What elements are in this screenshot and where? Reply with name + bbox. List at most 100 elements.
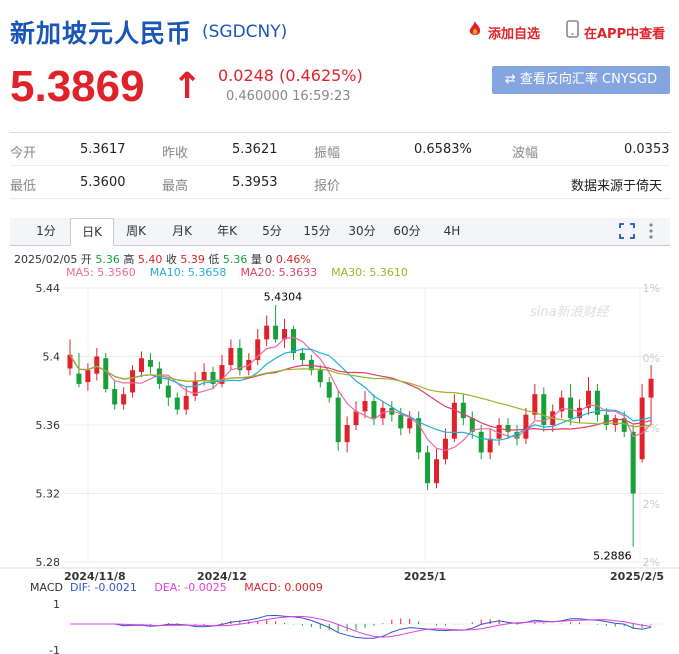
add-favorite-label: 添加自选 bbox=[488, 27, 541, 42]
candle-body bbox=[174, 397, 180, 410]
y-tick-label: 5.44 bbox=[36, 282, 61, 295]
fullscreen-icon[interactable] bbox=[618, 222, 636, 244]
x-tick-label: 2025/2/5 bbox=[610, 570, 664, 583]
pct-tick-label: 2% bbox=[643, 556, 660, 569]
candle-body bbox=[425, 452, 431, 484]
candle-body bbox=[147, 359, 153, 367]
ma30-line bbox=[69, 354, 652, 428]
max-price-label: 5.4304 bbox=[264, 290, 303, 303]
y-tick-label: 5.28 bbox=[36, 556, 61, 569]
info-volume-value: 0 bbox=[265, 253, 273, 266]
view-in-app-button[interactable]: 在APP中查看 bbox=[566, 20, 665, 42]
candle-body bbox=[112, 389, 118, 405]
tab-daily[interactable]: 日K bbox=[70, 218, 114, 246]
info-pct: 0.46% bbox=[275, 253, 311, 266]
candle-body bbox=[121, 394, 127, 405]
min-price-label: 5.2886 bbox=[593, 549, 632, 562]
candle-body bbox=[568, 397, 574, 419]
candle-body bbox=[523, 414, 529, 439]
stats-table: 今开 5.3617 昨收 5.3621 振幅 0.6583% 波幅 0.0353… bbox=[10, 132, 670, 199]
tab-30min[interactable]: 30分 bbox=[340, 218, 384, 245]
pct-tick-label: 1% bbox=[643, 282, 660, 295]
y-tick-label: 5.4 bbox=[43, 351, 61, 364]
tab-1min[interactable]: 1分 bbox=[24, 218, 68, 245]
candle-body bbox=[335, 397, 341, 443]
more-icon[interactable] bbox=[648, 222, 654, 244]
candle-body bbox=[371, 401, 377, 419]
candle-body bbox=[487, 438, 493, 453]
tab-4h[interactable]: 4H bbox=[430, 218, 474, 245]
amplitude-value: 0.6583% bbox=[414, 142, 472, 157]
quote-row: 5.3869 ↑ 0.0248 (0.4625%) 0.460000 16:59… bbox=[10, 62, 670, 112]
tab-weekly[interactable]: 周K bbox=[114, 218, 158, 245]
price-change: 0.0248 (0.4625%) bbox=[218, 66, 363, 85]
tab-yearly[interactable]: 年K bbox=[205, 218, 249, 245]
candle-body bbox=[442, 438, 448, 460]
info-open-label: 开 bbox=[80, 253, 92, 266]
candle-body bbox=[76, 373, 82, 384]
watermark: sina新浪财经 bbox=[530, 304, 611, 320]
candle-body bbox=[648, 378, 654, 398]
wave-label: 波幅 bbox=[512, 146, 539, 161]
candle-body bbox=[434, 459, 440, 484]
candle-body bbox=[362, 401, 368, 412]
header: 新加坡元人民币 (SGDCNY) 添加自选 在APP中查看 bbox=[10, 14, 670, 50]
macd-legend: MACD DIF: -0.0021 DEA: -0.0025 MACD: 0.0… bbox=[30, 581, 323, 594]
ma20-line bbox=[69, 354, 652, 431]
info-high-value: 5.40 bbox=[137, 253, 163, 266]
macd-value-label: MACD: 0.0009 bbox=[244, 581, 323, 594]
candle-body bbox=[85, 370, 91, 383]
low-value: 5.3600 bbox=[80, 175, 126, 190]
tab-monthly[interactable]: 月K bbox=[160, 218, 204, 245]
candle-body bbox=[398, 414, 404, 429]
page-title: 新加坡元人民币 bbox=[10, 19, 193, 48]
candle-body bbox=[273, 325, 279, 340]
tab-5min[interactable]: 5分 bbox=[250, 218, 294, 245]
pct-tick-label: 0% bbox=[643, 352, 660, 365]
quote-source-label: 报价 bbox=[314, 179, 341, 194]
candle-body bbox=[183, 395, 189, 410]
info-low-label: 低 bbox=[208, 253, 220, 266]
candle-body bbox=[264, 325, 270, 340]
candle-body bbox=[299, 353, 305, 360]
open-label: 今开 bbox=[10, 146, 37, 161]
ma10-line bbox=[69, 348, 652, 441]
data-source: 数据来源于倚天 bbox=[571, 179, 663, 194]
macd-title: MACD bbox=[30, 581, 63, 594]
reverse-rate-button[interactable]: ⇄ 查看反向汇率 CNYSGD bbox=[492, 66, 670, 94]
candle-info: 2025/02/05 开 5.36 高 5.40 收 5.39 低 5.36 量… bbox=[14, 251, 311, 267]
low-label: 最低 bbox=[10, 179, 37, 194]
period-tabs: 1分 日K 周K 月K 年K 5分 15分 30分 60分 4H bbox=[10, 218, 670, 246]
x-tick-label: 2025/1 bbox=[404, 570, 446, 583]
dea-line bbox=[70, 615, 652, 638]
y-tick-label: 5.32 bbox=[36, 488, 61, 501]
fire-icon bbox=[466, 20, 484, 42]
candle-body bbox=[94, 356, 100, 374]
info-high-label: 高 bbox=[123, 253, 135, 266]
candle-body bbox=[478, 431, 484, 453]
tab-15min[interactable]: 15分 bbox=[295, 218, 339, 245]
stats-row: 今开 5.3617 昨收 5.3621 振幅 0.6583% 波幅 0.0353 bbox=[10, 133, 670, 166]
kline-chart[interactable]: 5.445.45.365.325.281%0%1%2%2%sina新浪财经5.4… bbox=[0, 278, 679, 654]
candle-body bbox=[139, 358, 145, 372]
add-favorite-button[interactable]: 添加自选 bbox=[466, 20, 540, 42]
candle-body bbox=[451, 402, 457, 439]
info-close-value: 5.39 bbox=[180, 253, 205, 266]
dif-label: DIF: -0.0021 bbox=[69, 581, 137, 594]
pct-tick-label: 2% bbox=[643, 498, 660, 511]
up-arrow-icon: ↑ bbox=[172, 66, 203, 107]
candle-body bbox=[353, 411, 359, 425]
prev-close-label: 昨收 bbox=[162, 146, 189, 161]
info-open-value: 5.36 bbox=[95, 253, 120, 266]
candle-body bbox=[344, 425, 350, 443]
candle-body bbox=[639, 397, 645, 460]
tab-60min[interactable]: 60分 bbox=[385, 218, 429, 245]
stats-row: 最低 5.3600 最高 5.3953 报价 数据来源于倚天 bbox=[10, 166, 670, 199]
dea-label: DEA: -0.0025 bbox=[154, 581, 227, 594]
prev-close-value: 5.3621 bbox=[232, 142, 278, 157]
candle-body bbox=[505, 425, 511, 432]
candle-body bbox=[290, 329, 296, 354]
y-tick-label: 5.36 bbox=[36, 419, 61, 432]
candle-body bbox=[460, 402, 466, 419]
candle-body bbox=[630, 431, 636, 494]
